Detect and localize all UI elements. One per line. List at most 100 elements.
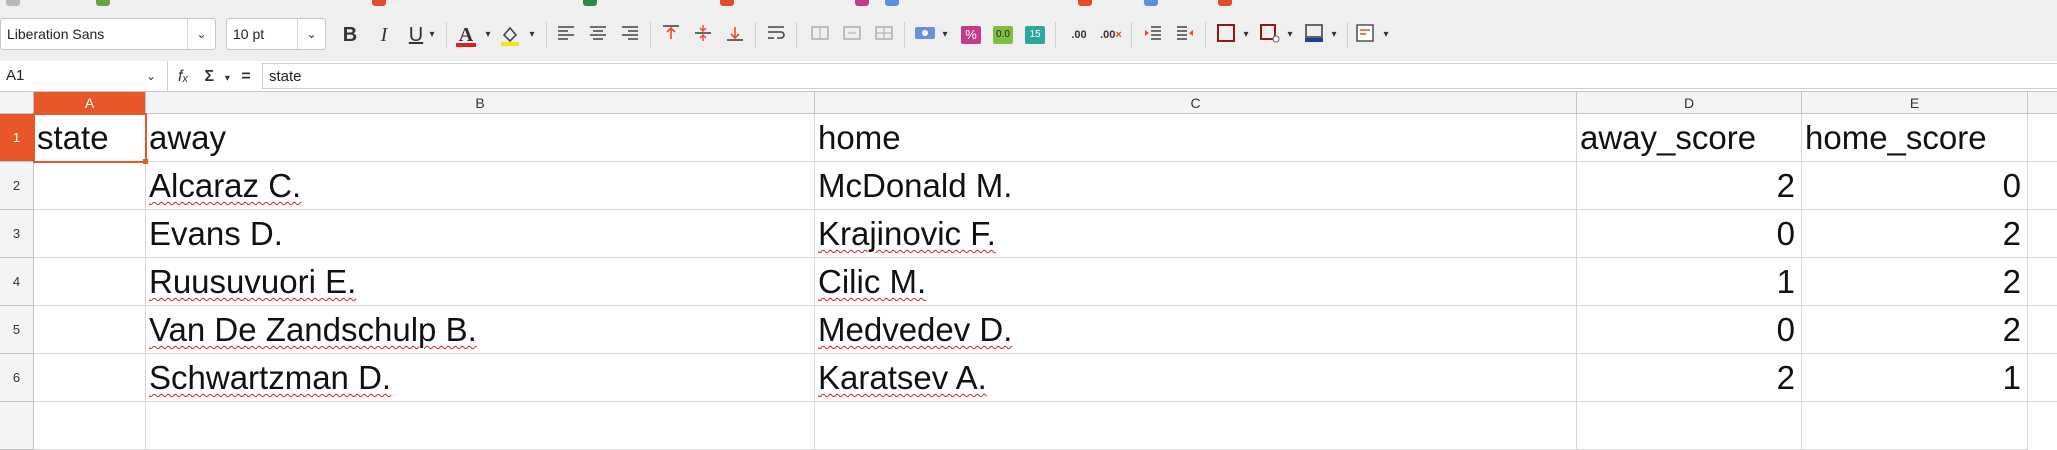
function-wizard-icon[interactable]: fₓ: [178, 61, 200, 92]
cell-d4[interactable]: 1: [1577, 258, 1802, 306]
chevron-down-icon[interactable]: ▾: [481, 23, 495, 47]
chevron-down-icon[interactable]: ▾: [425, 23, 439, 47]
cell-b4[interactable]: Ruusuvuori E.: [146, 258, 815, 306]
row-header-1[interactable]: 1: [0, 114, 34, 162]
cell-c7[interactable]: [815, 402, 1577, 450]
toolbar-stub-icon[interactable]: [1218, 0, 1232, 6]
chevron-down-icon[interactable]: ⌄: [297, 19, 325, 49]
cell-d5[interactable]: 0: [1577, 306, 1802, 354]
decrease-indent-icon[interactable]: [1172, 23, 1198, 47]
cell-f2[interactable]: [2028, 162, 2057, 210]
cell-c2[interactable]: McDonald M.: [815, 162, 1577, 210]
row-header-3[interactable]: 3: [0, 210, 34, 258]
column-header-f[interactable]: [2028, 92, 2057, 114]
cell-e4[interactable]: 2: [1802, 258, 2028, 306]
align-right-icon[interactable]: [617, 23, 643, 47]
row-header-6[interactable]: 6: [0, 354, 34, 402]
cell-e6[interactable]: 1: [1802, 354, 2028, 402]
increase-indent-icon[interactable]: [1140, 23, 1166, 47]
row-header-7[interactable]: [0, 402, 34, 450]
chevron-down-icon[interactable]: ▾: [1327, 23, 1341, 47]
cell-c3[interactable]: Krajinovic F.: [815, 210, 1577, 258]
chevron-down-icon[interactable]: ▾: [938, 23, 952, 47]
cell-f1[interactable]: [2028, 114, 2057, 162]
merge-cells-icon[interactable]: [807, 23, 833, 47]
cell-d7[interactable]: [1577, 402, 1802, 450]
column-header-b[interactable]: B: [146, 92, 815, 114]
cell-b1[interactable]: away: [146, 114, 815, 162]
cell-d2[interactable]: 2: [1577, 162, 1802, 210]
border-line-style-icon[interactable]: [1257, 23, 1283, 47]
cell-b6[interactable]: Schwartzman D.: [146, 354, 815, 402]
add-decimal-icon[interactable]: .00: [1066, 23, 1092, 47]
font-name-box[interactable]: Liberation Sans ⌄: [0, 18, 216, 50]
cell-c6[interactable]: Karatsev A.: [815, 354, 1577, 402]
toolbar-stub-icon[interactable]: [1144, 0, 1158, 6]
align-bottom-icon[interactable]: [722, 23, 748, 47]
align-middle-icon[interactable]: [690, 23, 716, 47]
cell-d3[interactable]: 0: [1577, 210, 1802, 258]
font-size-box[interactable]: 10 pt ⌄: [226, 18, 326, 50]
date-format-icon[interactable]: 15: [1022, 23, 1048, 47]
toolbar-stub-icon[interactable]: [96, 0, 110, 6]
column-header-a[interactable]: A: [34, 92, 146, 114]
highlight-color-button[interactable]: [497, 23, 523, 47]
toolbar-stub-icon[interactable]: [720, 0, 734, 6]
bold-button[interactable]: B: [337, 23, 363, 47]
cell-b2[interactable]: Alcaraz C.: [146, 162, 815, 210]
unmerge-cells-icon[interactable]: [871, 23, 897, 47]
currency-format-icon[interactable]: [912, 23, 938, 47]
number-format-icon[interactable]: 0.0: [990, 23, 1016, 47]
cell-f3[interactable]: [2028, 210, 2057, 258]
cell-b5[interactable]: Van De Zandschulp B.: [146, 306, 815, 354]
cell-d1[interactable]: away_score: [1577, 114, 1802, 162]
cell-a6[interactable]: [34, 354, 146, 402]
chevron-down-icon[interactable]: ⌄: [187, 19, 215, 49]
cell-a5[interactable]: [34, 306, 146, 354]
name-box[interactable]: A1 ⌄: [0, 61, 168, 92]
column-header-e[interactable]: E: [1802, 92, 2028, 114]
percent-format-icon[interactable]: %: [958, 23, 984, 47]
cell-e7[interactable]: [1802, 402, 2028, 450]
align-left-icon[interactable]: [553, 23, 579, 47]
align-center-icon[interactable]: [585, 23, 611, 47]
align-top-icon[interactable]: [658, 23, 684, 47]
cell-e5[interactable]: 2: [1802, 306, 2028, 354]
cell-a3[interactable]: [34, 210, 146, 258]
delete-decimal-icon[interactable]: .00×: [1098, 23, 1124, 47]
toolbar-stub-icon[interactable]: [583, 0, 597, 6]
italic-button[interactable]: I: [371, 23, 397, 47]
cell-a1[interactable]: state: [33, 113, 147, 163]
cell-f4[interactable]: [2028, 258, 2057, 306]
cell-d6[interactable]: 2: [1577, 354, 1802, 402]
cell-a7[interactable]: [34, 402, 146, 450]
wrap-text-icon[interactable]: [763, 23, 789, 47]
cell-c1[interactable]: home: [815, 114, 1577, 162]
column-header-d[interactable]: D: [1577, 92, 1802, 114]
chevron-down-icon[interactable]: ▾: [1239, 23, 1253, 47]
conditional-format-icon[interactable]: [1353, 23, 1379, 47]
toolbar-stub-icon[interactable]: [372, 0, 386, 6]
formula-equals-icon[interactable]: =: [241, 61, 257, 92]
border-color-icon[interactable]: [1301, 23, 1327, 47]
cell-e1[interactable]: home_score: [1802, 114, 2028, 162]
toolbar-stub-icon[interactable]: [885, 0, 899, 6]
cell-e2[interactable]: 0: [1802, 162, 2028, 210]
chevron-down-icon[interactable]: ▾: [525, 23, 539, 47]
cell-b3[interactable]: Evans D.: [146, 210, 815, 258]
column-header-c[interactable]: C: [815, 92, 1577, 114]
row-header-5[interactable]: 5: [0, 306, 34, 354]
chevron-down-icon[interactable]: ▾: [1379, 23, 1393, 47]
cell-e3[interactable]: 2: [1802, 210, 2028, 258]
formula-input[interactable]: state: [262, 63, 2057, 89]
toolbar-stub-icon[interactable]: [855, 0, 869, 6]
cell-b7[interactable]: [146, 402, 815, 450]
cell-a2[interactable]: [34, 162, 146, 210]
row-header-4[interactable]: 4: [0, 258, 34, 306]
row-header-2[interactable]: 2: [0, 162, 34, 210]
cell-f6[interactable]: [2028, 354, 2057, 402]
toolbar-stub-icon[interactable]: [1078, 0, 1092, 6]
cell-f5[interactable]: [2028, 306, 2057, 354]
chevron-down-icon[interactable]: ⌄: [137, 61, 165, 91]
fill-handle[interactable]: [143, 159, 148, 164]
